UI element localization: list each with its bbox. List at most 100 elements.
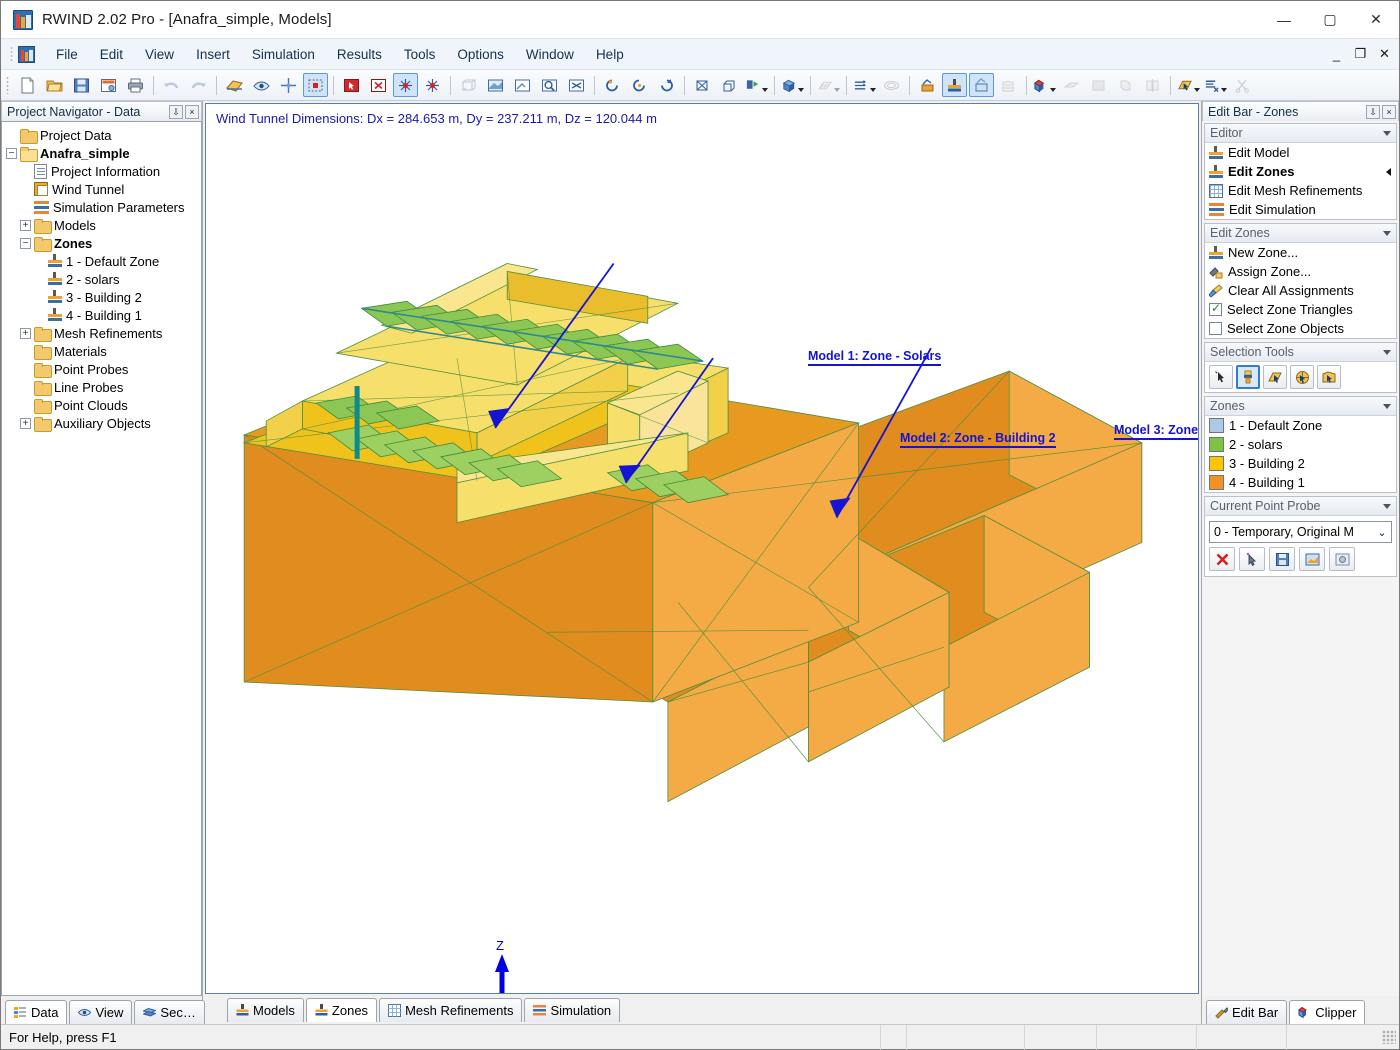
scissors-icon[interactable]: [1230, 73, 1255, 97]
zone-list-item-4[interactable]: 4 - Building 1: [1205, 473, 1396, 492]
chevron-down-icon[interactable]: [762, 88, 768, 92]
chevron-down-icon[interactable]: [1383, 230, 1391, 236]
tree-item[interactable]: Materials: [6, 342, 201, 360]
menu-view[interactable]: View: [134, 42, 185, 67]
point-probe-select[interactable]: 0 - Temporary, Original M ⌄: [1209, 521, 1392, 543]
mdi-minimize-button[interactable]: _: [1330, 47, 1343, 62]
visibility-icon[interactable]: [249, 73, 274, 97]
perspective-view-icon[interactable]: [717, 73, 742, 97]
editbar-item-edit-model[interactable]: Edit Model: [1205, 143, 1396, 162]
surface-select-icon[interactable]: [1176, 73, 1201, 97]
chevron-down-icon[interactable]: ⌄: [1373, 526, 1391, 539]
menu-simulation[interactable]: Simulation: [241, 42, 326, 67]
measure-icon[interactable]: [1203, 73, 1228, 97]
save-probe-icon[interactable]: [1269, 547, 1295, 571]
save-icon[interactable]: [69, 73, 94, 97]
tree-item[interactable]: + Models: [6, 216, 201, 234]
checkbox-on-icon[interactable]: [1209, 301, 1222, 316]
undo-icon[interactable]: [159, 73, 184, 97]
brush-select-icon[interactable]: [1236, 365, 1260, 389]
tree-item[interactable]: − Zones: [6, 234, 201, 252]
edit-zones-group-header[interactable]: Edit Zones: [1205, 224, 1396, 243]
clipper-box-icon[interactable]: [1032, 73, 1057, 97]
menu-options[interactable]: Options: [446, 42, 515, 67]
tree-item[interactable]: Project Information: [6, 162, 201, 180]
rotate-center-icon[interactable]: [627, 73, 652, 97]
pick-probe-icon[interactable]: [1239, 547, 1265, 571]
rotate-right-icon[interactable]: [654, 73, 679, 97]
zones-group-header[interactable]: Zones: [1205, 397, 1396, 416]
clip-plane-icon[interactable]: [1059, 73, 1084, 97]
tree-expander[interactable]: −: [20, 237, 31, 249]
edit-zones-icon[interactable]: [942, 73, 967, 97]
menu-window[interactable]: Window: [515, 42, 585, 67]
chevron-down-icon[interactable]: [1383, 403, 1391, 409]
menu-file[interactable]: File: [45, 42, 89, 67]
probe-settings-icon[interactable]: [1329, 547, 1355, 571]
new-file-icon[interactable]: [15, 73, 40, 97]
close-icon[interactable]: ×: [1382, 104, 1396, 119]
edit-mesh-icon[interactable]: [969, 73, 994, 97]
render-mode-icon[interactable]: [483, 73, 508, 97]
tree-item[interactable]: Line Probes: [6, 378, 201, 396]
chevron-down-icon[interactable]: [1383, 349, 1391, 355]
print-icon[interactable]: [123, 73, 148, 97]
tab-simulation[interactable]: Simulation: [524, 998, 621, 1022]
snap-grid-icon[interactable]: [276, 73, 301, 97]
chevron-down-icon[interactable]: [1221, 88, 1227, 92]
chevron-down-icon[interactable]: [798, 88, 804, 92]
resize-grip[interactable]: [1382, 1030, 1396, 1044]
menu-edit[interactable]: Edit: [89, 42, 134, 67]
tree-item[interactable]: + Mesh Refinements: [6, 324, 201, 342]
tree-item[interactable]: Project Data: [6, 126, 201, 144]
pick-single-icon[interactable]: [1209, 365, 1233, 389]
edit-model-icon[interactable]: [915, 73, 940, 97]
mdi-restore-button[interactable]: ❐: [1354, 46, 1367, 62]
close-button[interactable]: ✕: [1353, 1, 1399, 39]
editbar-item-edit-mesh-refinements[interactable]: Edit Mesh Refinements: [1205, 181, 1396, 200]
editbar-item-new-zone[interactable]: New Zone...: [1205, 243, 1396, 262]
maximize-button[interactable]: ▢: [1307, 1, 1353, 39]
tree-expander[interactable]: −: [6, 147, 17, 159]
section-mirror-icon[interactable]: [1140, 73, 1165, 97]
mdi-system-icon[interactable]: [10, 45, 35, 63]
tab-models[interactable]: Models: [227, 998, 304, 1022]
pin-icon[interactable]: ⇩: [1366, 104, 1380, 119]
tree-expander[interactable]: +: [20, 327, 31, 339]
zoom-window-icon[interactable]: [510, 73, 535, 97]
zoom-previous-icon[interactable]: [537, 73, 562, 97]
editbar-item-select-zone-triangles[interactable]: Select Zone Triangles: [1205, 300, 1396, 319]
region-select-icon[interactable]: [1317, 365, 1341, 389]
tree-item[interactable]: Point Clouds: [6, 396, 201, 414]
circle-select-icon[interactable]: [1290, 365, 1314, 389]
mdi-close-button[interactable]: ✕: [1378, 46, 1391, 62]
selection-box-icon[interactable]: [303, 73, 328, 97]
minimize-button[interactable]: —: [1261, 1, 1307, 39]
tree-item[interactable]: 3 - Building 2: [6, 288, 201, 306]
toolbar-grip[interactable]: [6, 76, 11, 94]
editbar-item-clear-all-assignments[interactable]: Clear All Assignments: [1205, 281, 1396, 300]
isometric-view-icon[interactable]: [690, 73, 715, 97]
contour-icon[interactable]: [879, 73, 904, 97]
editor-group-header[interactable]: Editor: [1205, 124, 1396, 143]
tree-item[interactable]: Point Probes: [6, 360, 201, 378]
render-surface-icon[interactable]: [222, 73, 247, 97]
pan-view-icon[interactable]: [420, 73, 445, 97]
menu-help[interactable]: Help: [585, 42, 635, 67]
menu-insert[interactable]: Insert: [185, 42, 241, 67]
section-cut-icon[interactable]: [1113, 73, 1138, 97]
project-info-icon[interactable]: [96, 73, 121, 97]
tab-edit-bar[interactable]: Edit Bar: [1206, 1000, 1288, 1024]
delete-probe-icon[interactable]: [1209, 547, 1235, 571]
project-tree[interactable]: Project Data − Anafra_simple Project Inform…: [1, 121, 202, 996]
chevron-down-icon[interactable]: [1194, 88, 1200, 92]
selection-tools-header[interactable]: Selection Tools: [1205, 343, 1396, 362]
tree-item[interactable]: 1 - Default Zone: [6, 252, 201, 270]
tree-item[interactable]: 4 - Building 1: [6, 306, 201, 324]
point-probe-header[interactable]: Current Point Probe: [1205, 497, 1396, 516]
chevron-down-icon[interactable]: [1383, 503, 1391, 509]
redo-icon[interactable]: [186, 73, 211, 97]
zoom-all-icon[interactable]: [564, 73, 589, 97]
edit-simulation-icon[interactable]: [996, 73, 1021, 97]
tree-item[interactable]: − Anafra_simple: [6, 144, 201, 162]
